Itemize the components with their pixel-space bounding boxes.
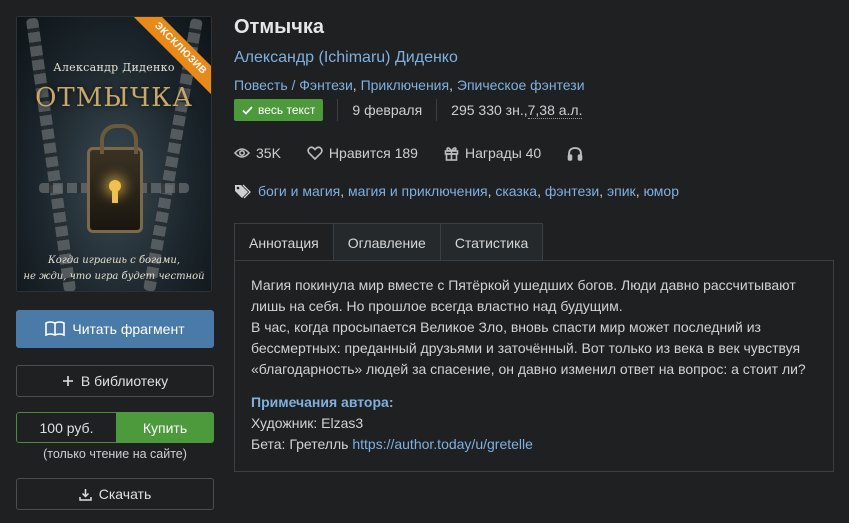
author-notes-title: Примечания автора: (251, 394, 394, 410)
add-to-library-button[interactable]: В библиотеку (16, 365, 214, 397)
book-cover[interactable]: Александр Диденко ОТМЫЧКА Когда играешь … (16, 16, 212, 292)
genre-link[interactable]: Приключения (361, 77, 450, 93)
genre-link[interactable]: Эпическое фэнтези (457, 77, 585, 93)
cover-chain (25, 17, 77, 291)
genre-link[interactable]: Повесть / Фэнтези (234, 77, 353, 93)
divider (436, 99, 438, 121)
tag-link[interactable]: фэнтези (545, 183, 599, 199)
tag-link[interactable]: сказка (495, 183, 537, 199)
download-button[interactable]: Скачать (16, 478, 214, 510)
likes-stat[interactable]: Нравится 189 (307, 145, 418, 161)
views-stat: 35K (234, 145, 281, 161)
book-size-chars: 295 330 зн., (451, 102, 528, 118)
check-icon (242, 105, 253, 115)
beta-link[interactable]: https://author.today/u/gretelle (352, 436, 533, 452)
page-title: Отмычка (234, 16, 324, 38)
tag-icon (235, 184, 251, 198)
annotation-panel: Магия покинула мир вместе с Пятёркой уше… (234, 260, 834, 472)
buy-note: (только чтение на сайте) (43, 447, 187, 461)
tag-link[interactable]: боги и магия (258, 183, 340, 199)
beta-credit: Бета: Гретелль https://author.today/u/gr… (251, 436, 533, 452)
buy-button[interactable]: Купить (116, 412, 214, 443)
eye-icon (234, 148, 250, 158)
plus-icon (62, 376, 73, 386)
annotation-paragraph: В час, когда просыпается Великое Зло, вн… (251, 319, 806, 377)
content-tabs: Аннотация Оглавление Статистика (234, 223, 544, 261)
keyhole-icon (109, 180, 121, 203)
buy-group: 100 руб. Купить (16, 412, 214, 443)
author-link[interactable]: Александр (Ichimaru) Диденко (234, 49, 458, 67)
tag-link[interactable]: юмор (643, 183, 679, 199)
book-size-al[interactable]: 7,38 а.л. (527, 102, 583, 119)
annotation-paragraph: Магия покинула мир вместе с Пятёркой уше… (251, 277, 796, 314)
stats-bar: 35K Нравится 189 Награды 40 (234, 143, 609, 163)
tab-toc[interactable]: Оглавление (333, 223, 441, 261)
padlock-icon (87, 124, 143, 233)
status-badge: весь текст (234, 99, 324, 121)
tag-list: боги и магия, магия и приключения, сказк… (234, 183, 679, 199)
audio-stat[interactable] (567, 146, 583, 161)
gift-icon (444, 146, 459, 161)
read-fragment-button[interactable]: Читать фрагмент (16, 310, 214, 348)
publish-date: 9 февраля (352, 102, 423, 118)
tag-link[interactable]: магия и приключения (348, 183, 488, 199)
headphones-icon (567, 146, 583, 161)
read-fragment-label: Читать фрагмент (72, 321, 185, 337)
cover-tagline: Когда играешь с богами, (48, 255, 180, 266)
book-meta: весь текст 9 февраля 295 330 зн., 7,38 а… (234, 98, 583, 122)
tab-annotation[interactable]: Аннотация (234, 223, 334, 261)
awards-stat[interactable]: Награды 40 (444, 145, 541, 161)
tag-link[interactable]: эпик (607, 183, 636, 199)
genre-list: Повесть / Фэнтези, Приключения, Эпическо… (234, 77, 585, 93)
divider (337, 99, 339, 121)
cover-title: ОТМЫЧКА (35, 83, 193, 113)
tab-statistics[interactable]: Статистика (440, 223, 544, 261)
download-label: Скачать (98, 486, 152, 502)
add-to-library-label: В библиотеку (80, 373, 169, 389)
download-icon (79, 488, 92, 501)
heart-icon (307, 146, 323, 160)
artist-credit: Художник: Elzas3 (251, 415, 364, 431)
cover-tagline: не жди, что игра будет честной (23, 271, 205, 282)
book-icon (45, 321, 66, 337)
price-display: 100 руб. (16, 412, 116, 443)
